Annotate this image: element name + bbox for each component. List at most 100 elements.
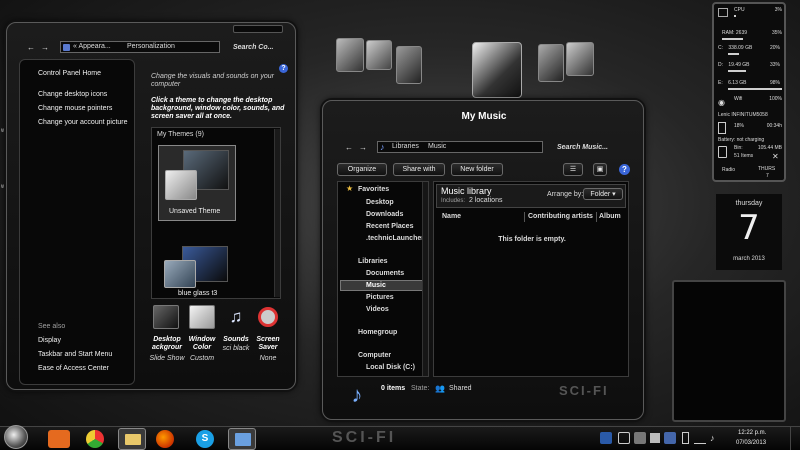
setting-subtext: Custom [189,355,215,362]
share-with-button[interactable]: Share with [393,163,445,176]
tray-flag-icon[interactable] [650,433,660,443]
includes-label: Includes: [441,198,466,204]
new-folder-button[interactable]: New folder [451,163,503,176]
back-arrow-icon[interactable]: ← [343,143,355,152]
control-panel-icon [235,433,251,446]
forward-arrow-icon[interactable]: → [357,143,369,152]
breadcrumb-music[interactable]: Music [428,143,446,150]
theme-blue-glass[interactable]: blue glass t3 [158,246,236,298]
window-color-setting[interactable]: Window Color Custom [185,305,219,365]
ease-of-access-link[interactable]: Ease of Access Center [38,365,109,372]
nav-item-desktop[interactable]: Desktop [366,199,394,206]
dock-download-icon[interactable] [566,42,594,76]
display-link[interactable]: Display [38,337,61,344]
recycle-bin-icon[interactable] [718,146,727,158]
skype-icon[interactable]: S [196,430,214,448]
dock-video-icon[interactable] [336,38,364,72]
window-color-icon [189,305,215,329]
day-short: THURS [758,166,776,172]
launcher-dock [328,32,600,98]
drive-e-row: E: 6.13 GB 98% [718,80,780,86]
favorites-header[interactable]: Favorites [358,186,389,193]
nav-item-downloads[interactable]: Downloads [366,211,403,218]
desktop-background-icon [153,305,179,329]
homegroup-item[interactable]: Homegroup [358,329,397,336]
change-account-picture-link[interactable]: Change your account picture [38,119,128,126]
address-bar[interactable]: « Appeara... Personalization [60,41,220,53]
forward-arrow-icon[interactable]: → [39,43,51,52]
nav-item-videos[interactable]: Videos [366,306,389,313]
control-panel-taskbar-icon[interactable] [228,428,256,450]
help-icon[interactable]: ? [619,164,630,175]
change-desktop-icons-link[interactable]: Change desktop icons [38,91,107,98]
breadcrumb-personalization[interactable]: Personalization [127,43,175,50]
nav-item-pictures[interactable]: Pictures [366,294,394,301]
libraries-header[interactable]: Libraries [358,258,388,265]
shared-people-icon: 👥 [435,384,445,393]
dock-pictures-icon[interactable] [366,40,392,70]
search-input[interactable]: Search Co... [233,44,273,51]
computer-header[interactable]: Computer [358,352,391,359]
firefox-icon[interactable] [156,430,174,448]
address-bar[interactable]: ♪ Libraries Music [377,141,543,153]
sounds-setting[interactable]: ♫ Sounds sci black [219,305,253,365]
screen-saver-setting[interactable]: Screen Saver None [251,305,285,365]
change-mouse-pointers-link[interactable]: Change mouse pointers [38,105,112,112]
nav-scrollbar[interactable] [422,182,428,376]
tray-network-icon[interactable] [600,432,612,444]
taskbar-time[interactable]: 12:22 p.m. [738,430,766,436]
battery-icon [718,122,726,134]
control-panel-home-link[interactable]: Control Panel Home [38,70,101,77]
theme-unsaved[interactable]: Unsaved Theme [158,145,236,221]
dock-documents-icon[interactable] [396,46,422,84]
nav-item-documents[interactable]: Documents [366,270,404,277]
column-name[interactable]: Name [442,213,461,220]
tray-volume-icon[interactable]: ♪ [710,433,715,443]
dock-folder-icon[interactable] [538,44,564,82]
nav-item-technic-launcher[interactable]: .technicLauncher [366,235,424,242]
tray-signal-icon[interactable] [694,434,706,444]
organize-button[interactable]: Organize [337,163,387,176]
nav-item-music[interactable]: Music [366,282,386,289]
search-input[interactable]: Search Music... [557,144,608,151]
nav-item-recent-places[interactable]: Recent Places [366,223,413,230]
arrange-by-dropdown[interactable]: Folder ▾ [583,188,623,200]
chrome-icon[interactable] [86,430,104,448]
preview-pane-icon[interactable]: ▣ [593,163,607,176]
drive-c-bar [728,53,739,55]
breadcrumb-libraries[interactable]: Libraries [392,143,419,150]
nav-item-local-disk[interactable]: Local Disk (C:) [366,364,415,371]
view-options-icon[interactable]: ☰ [563,163,583,176]
column-contributing-artists[interactable]: Contributing artists [528,213,593,220]
tray-action-center-icon[interactable] [634,432,646,444]
media-player-icon[interactable] [48,430,70,448]
drive-c-row: C: 338.09 GB 20% [718,45,780,51]
themes-scrollbar[interactable] [274,129,280,297]
help-icon[interactable]: ? [279,64,288,73]
explorer-taskbar-icon[interactable] [118,428,146,450]
drive-d-row: D: 19.49 GB 33% [718,62,780,68]
taskbar-start-menu-link[interactable]: Taskbar and Start Menu [38,351,112,358]
tray-battery-icon[interactable] [682,432,689,444]
start-orb-icon[interactable] [4,425,28,449]
drive-e-bar [728,88,782,90]
explorer-brand-text: SCI-FI [559,383,609,398]
desktop-background-setting[interactable]: Desktop ackgrour Slide Show [149,305,185,365]
tray-device-icon[interactable] [618,432,630,444]
dock-music-icon[interactable] [472,42,522,98]
battery-pct: 18% [734,123,745,129]
back-arrow-icon[interactable]: ← [25,43,37,52]
show-desktop-button[interactable] [790,427,800,450]
close-icon[interactable]: ✕ [772,152,779,161]
column-album[interactable]: Album [599,213,621,220]
taskbar-date[interactable]: 07/03/2013 [736,440,766,446]
setting-label: Screen Saver [256,336,280,351]
drive-size: 6.13 GB [728,80,747,86]
window-caption-buttons[interactable] [233,25,283,33]
chevron-down-icon: ▾ [612,191,616,198]
tray-app-icon[interactable] [664,432,676,444]
locations-link[interactable]: 2 locations [469,197,502,204]
breadcrumb-appearance[interactable]: « Appeara... [73,43,111,50]
calendar-gadget: thursday 7 march 2013 [716,194,782,270]
radio-label[interactable]: Radio [722,167,750,173]
